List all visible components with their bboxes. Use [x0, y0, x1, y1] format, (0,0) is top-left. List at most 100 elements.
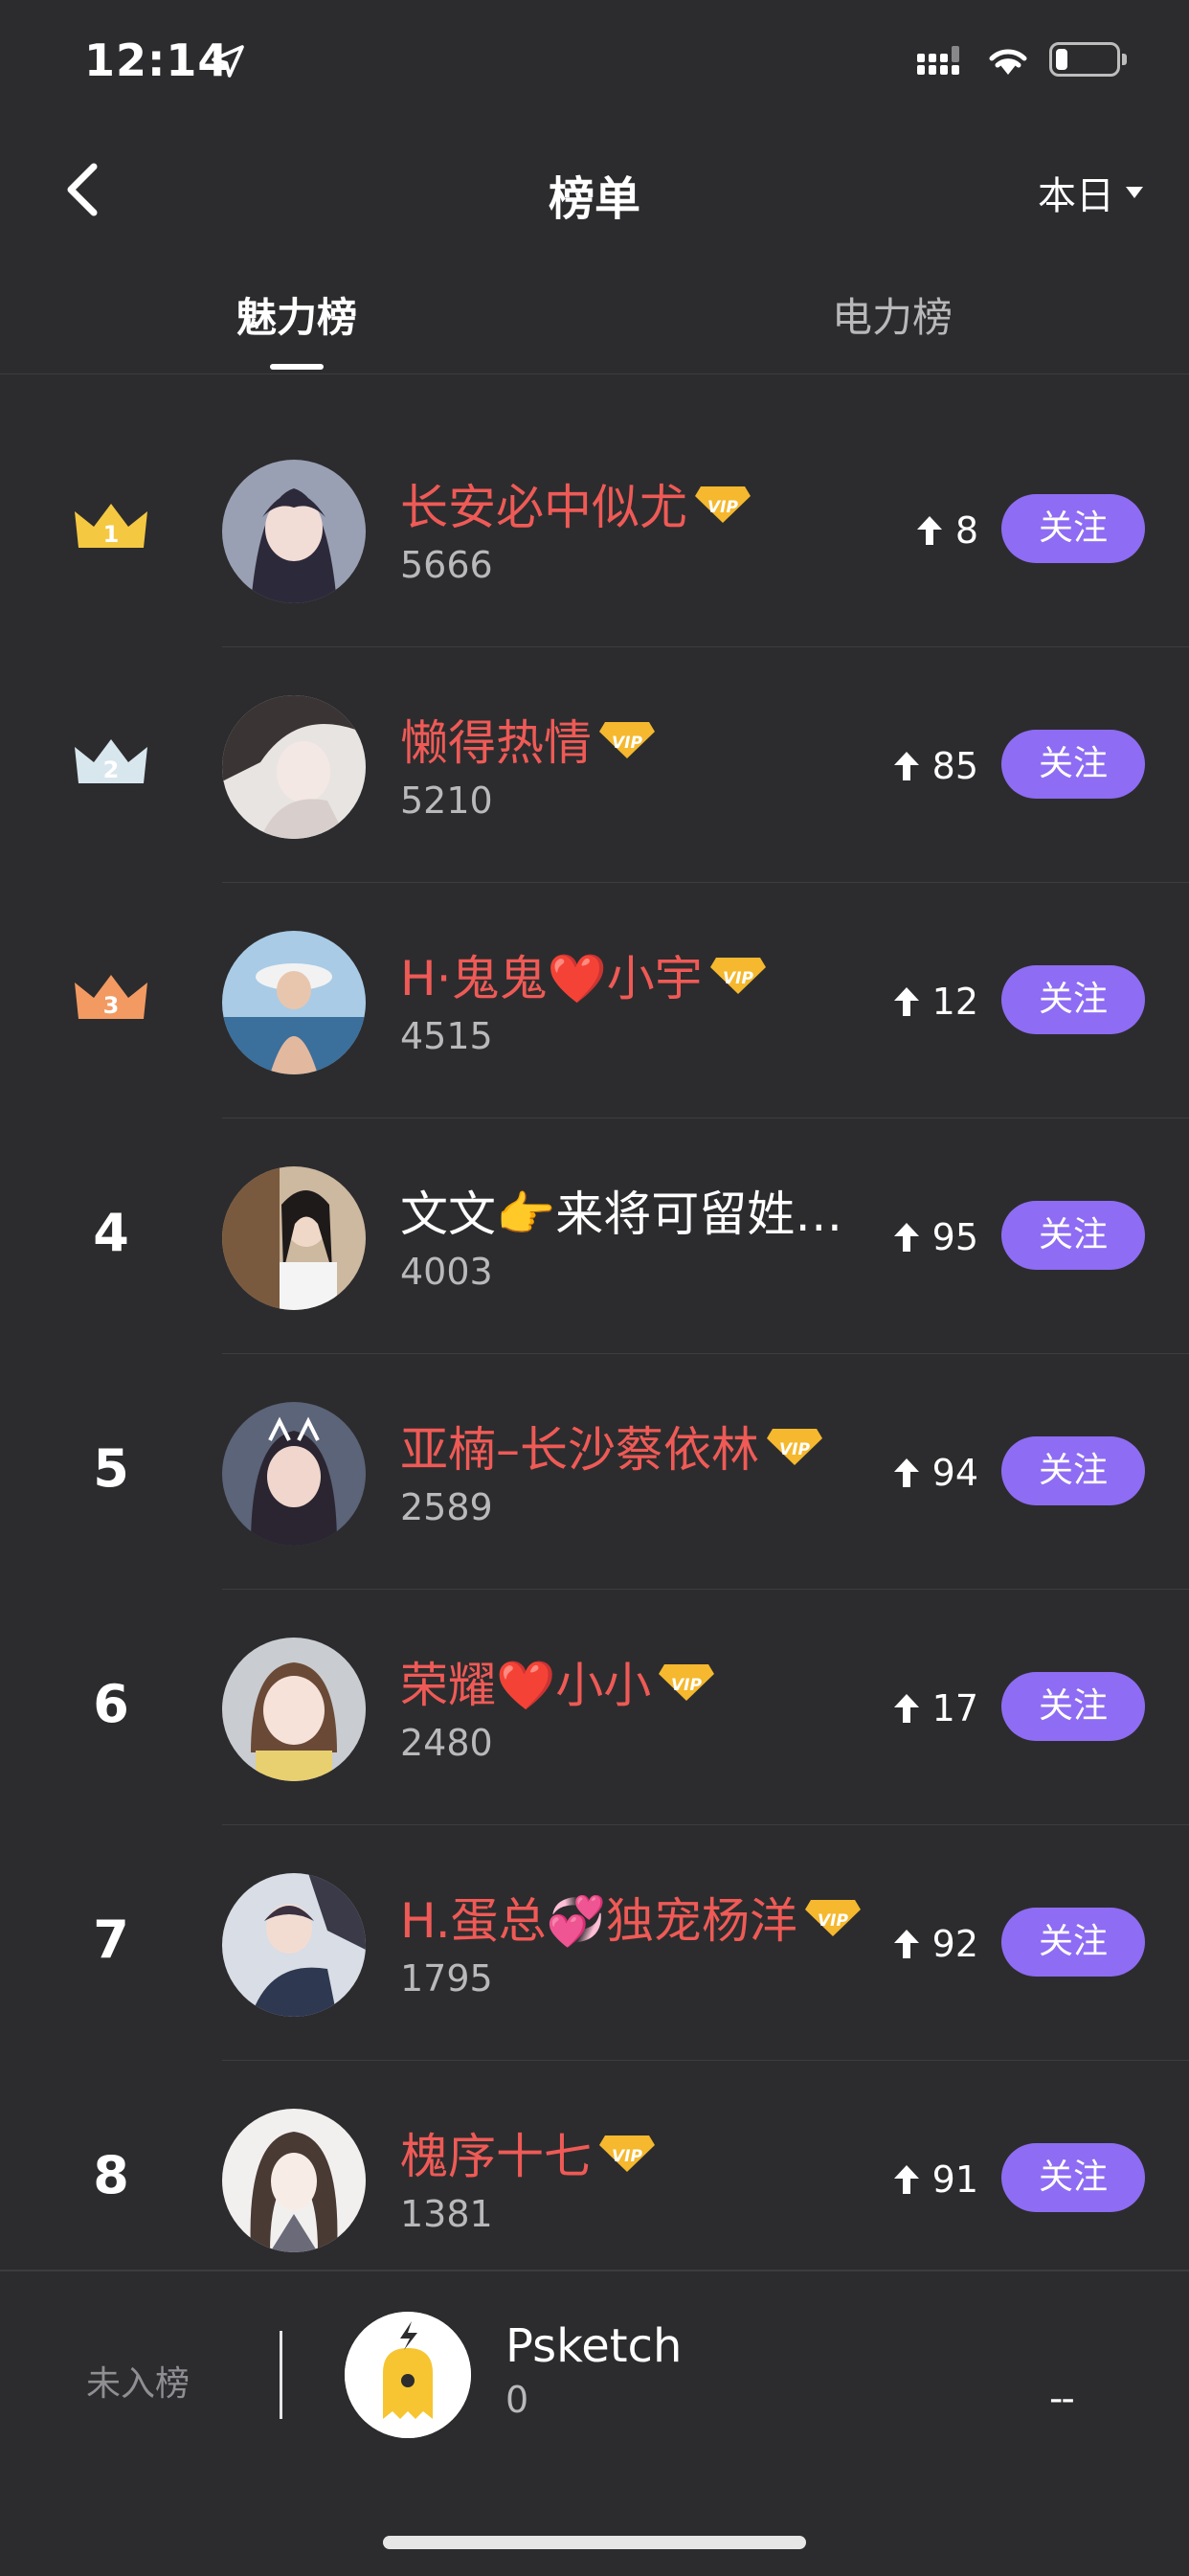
rank-number: 7	[93, 1909, 129, 1970]
divider	[280, 2331, 282, 2419]
svg-text:VIP: VIP	[779, 1440, 810, 1459]
rank-change: 85	[892, 745, 978, 787]
my-ranking-bar: 未入榜 Psketch 0 --	[0, 2270, 1189, 2576]
list-item[interactable]: 4 文文👉来将可留姓… 4003 95 关注	[0, 1119, 1189, 1354]
svg-text:VIP: VIP	[612, 2147, 642, 2166]
period-label: 本日	[1038, 174, 1114, 218]
svg-text:VIP: VIP	[612, 734, 642, 753]
avatar[interactable]	[222, 695, 366, 839]
avatar[interactable]	[222, 1873, 366, 2017]
tab-charm[interactable]: 魅力榜	[124, 285, 469, 370]
rank-number: 8	[93, 2145, 129, 2205]
user-score: 4003	[400, 1251, 493, 1293]
ranking-list: 1 长安必中似尤 VIP 5666 8 关注 2 懒得热情 VIP 5210 8…	[0, 412, 1189, 2296]
user-score: 4515	[400, 1015, 493, 1057]
my-rank-change: --	[1049, 2377, 1075, 2421]
avatar[interactable]	[222, 1638, 366, 1781]
avatar[interactable]	[222, 1166, 366, 1310]
svg-text:3: 3	[103, 992, 120, 1019]
svg-text:VIP: VIP	[818, 1911, 848, 1931]
list-item[interactable]: 6 荣耀❤️小小 VIP 2480 17 关注	[0, 1590, 1189, 1825]
user-name: 文文👉来将可留姓…	[400, 1176, 842, 1245]
avatar[interactable]	[222, 931, 366, 1074]
svg-text:VIP: VIP	[723, 969, 753, 988]
battery-icon	[1049, 42, 1127, 77]
rank-change: 94	[892, 1452, 978, 1494]
my-rank-status: 未入榜	[86, 2364, 191, 2404]
rank-change-value: 85	[931, 745, 978, 787]
wifi-icon	[989, 49, 1027, 75]
follow-button[interactable]: 关注	[1001, 494, 1145, 563]
avatar[interactable]	[222, 460, 366, 603]
vip-badge-icon: VIP	[695, 486, 751, 523]
user-name: 懒得热情 VIP	[400, 705, 657, 774]
follow-button[interactable]: 关注	[1001, 1672, 1145, 1741]
follow-button[interactable]: 关注	[1001, 1436, 1145, 1505]
list-item[interactable]: 3 H·鬼鬼❤️小宇 VIP 4515 12 关注	[0, 883, 1189, 1119]
caret-down-icon	[1126, 187, 1143, 198]
user-name-text: 槐序十七	[400, 2129, 592, 2184]
user-name: 亚楠–长沙蔡依林 VIP	[400, 1412, 824, 1480]
user-score: 2480	[400, 1722, 493, 1764]
vip-badge-icon: VIP	[767, 1429, 822, 1465]
user-name-text: H·鬼鬼❤️小宇	[400, 951, 703, 1006]
bronze-crown-icon: 3	[75, 975, 147, 1019]
list-item[interactable]: 7 H.蛋总💞独宠杨洋 VIP 1795 92 关注	[0, 1825, 1189, 2061]
user-name-text: 亚楠–长沙蔡依林	[400, 1422, 759, 1478]
rank-number: 4	[93, 1203, 129, 1263]
arrow-up-icon	[893, 987, 919, 1016]
tab-charm-label: 魅力榜	[236, 294, 357, 341]
follow-button[interactable]: 关注	[1001, 965, 1145, 1034]
status-time: 12:14	[84, 34, 230, 86]
vip-badge-icon: VIP	[599, 722, 655, 758]
user-score: 5666	[400, 544, 493, 586]
gold-crown-icon: 1	[75, 504, 147, 548]
avatar[interactable]	[222, 1402, 366, 1546]
list-item[interactable]: 2 懒得热情 VIP 5210 85 关注	[0, 647, 1189, 883]
period-selector[interactable]: 本日	[1038, 165, 1143, 220]
list-item[interactable]: 1 长安必中似尤 VIP 5666 8 关注	[0, 412, 1189, 647]
rank-change-value: 8	[954, 509, 978, 552]
rank-change: 8	[915, 509, 978, 552]
arrow-up-icon	[893, 1694, 919, 1723]
rank-change: 17	[892, 1687, 978, 1729]
my-score: 0	[505, 2379, 529, 2421]
rank-number: 5	[93, 1438, 129, 1499]
rank-change: 12	[892, 981, 978, 1023]
vip-badge-icon: VIP	[599, 2135, 655, 2172]
user-score: 5210	[400, 780, 493, 822]
svg-text:1: 1	[103, 521, 120, 548]
home-indicator[interactable]	[383, 2536, 806, 2549]
follow-button[interactable]: 关注	[1001, 1908, 1145, 1977]
rank-change-value: 92	[931, 1923, 978, 1965]
arrow-up-icon	[893, 752, 919, 780]
user-name-text: H.蛋总💞独宠杨洋	[400, 1893, 797, 1949]
user-score: 2589	[400, 1486, 493, 1528]
user-name: H.蛋总💞独宠杨洋 VIP	[400, 1883, 863, 1952]
avatar[interactable]	[222, 2109, 366, 2252]
user-name: 长安必中似尤 VIP	[400, 469, 752, 538]
tab-power-label: 电力榜	[831, 294, 953, 341]
ranking-tabs: 魅力榜 电力榜	[0, 268, 1189, 374]
svg-text:2: 2	[103, 757, 120, 783]
rank-change: 95	[892, 1216, 978, 1258]
svg-text:VIP: VIP	[671, 1676, 702, 1695]
vip-badge-icon: VIP	[659, 1664, 715, 1701]
rank-number: 6	[93, 1674, 129, 1734]
arrow-up-icon	[916, 516, 942, 545]
user-name-text: 荣耀❤️小小	[400, 1658, 652, 1713]
follow-button[interactable]: 关注	[1001, 730, 1145, 799]
my-avatar[interactable]	[345, 2312, 471, 2438]
list-item[interactable]: 8 槐序十七 VIP 1381 91 关注	[0, 2061, 1189, 2296]
rank-change-value: 17	[931, 1687, 978, 1729]
arrow-up-icon	[893, 2165, 919, 2194]
tab-power[interactable]: 电力榜	[720, 285, 1065, 344]
vip-badge-icon: VIP	[804, 1900, 861, 1936]
rank-change-value: 95	[931, 1216, 978, 1258]
silver-crown-icon: 2	[75, 739, 147, 783]
signal-icon	[917, 46, 959, 75]
follow-button[interactable]: 关注	[1001, 1201, 1145, 1270]
list-item[interactable]: 5 亚楠–长沙蔡依林 VIP 2589 94 关注	[0, 1354, 1189, 1590]
follow-button[interactable]: 关注	[1001, 2143, 1145, 2212]
arrow-up-icon	[893, 1458, 919, 1487]
